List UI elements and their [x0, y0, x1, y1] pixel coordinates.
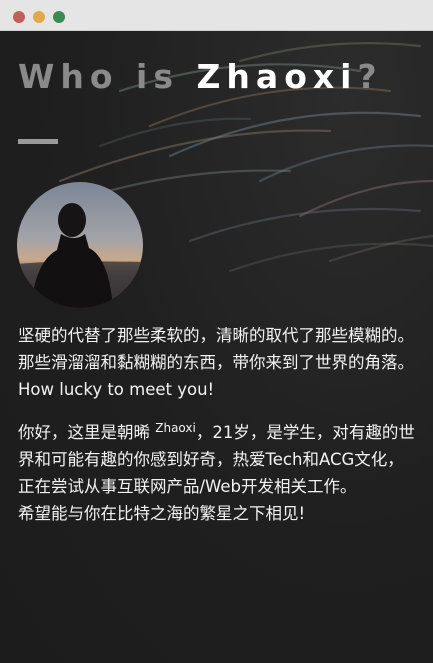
minimize-window-button[interactable]	[33, 11, 45, 23]
bio-text: 坚硬的代替了那些柔软的，清晰的取代了那些模糊的。那些滑溜溜和黏糊糊的东西，带你来…	[18, 322, 418, 527]
closing-line: 希望能与你在比特之海的繁星之下相见!	[18, 504, 306, 523]
intro-paragraph: 坚硬的代替了那些柔软的，清晰的取代了那些模糊的。那些滑溜溜和黏糊糊的东西，带你来…	[18, 326, 414, 372]
heading-underline	[18, 139, 58, 144]
close-window-button[interactable]	[13, 11, 25, 23]
browser-window: Who is Zhaoxi? 坚硬的代替了那些柔软的，清晰的取代了那些模糊的。那…	[0, 0, 433, 663]
avatar-photo	[17, 182, 143, 308]
maximize-window-button[interactable]	[53, 11, 65, 23]
nickname: Zhaoxi	[155, 421, 196, 435]
avatar	[17, 182, 143, 308]
intro-greeting: How lucky to meet you!	[18, 380, 215, 399]
about-paragraph: 你好，这里是朝晞 Zhaoxi，21岁，是学生，对有趣的世界和可能有趣的你感到好…	[18, 415, 418, 500]
heading-name: Zhaoxi	[196, 57, 358, 96]
window-titlebar	[0, 0, 433, 31]
about-before: 你好，这里是朝晞	[18, 423, 150, 442]
heading-suffix: ?	[357, 57, 383, 96]
profile-page: Who is Zhaoxi? 坚硬的代替了那些柔软的，清晰的取代了那些模糊的。那…	[0, 31, 433, 663]
page-heading: Who is Zhaoxi?	[18, 57, 383, 96]
heading-prefix: Who is	[18, 57, 197, 96]
